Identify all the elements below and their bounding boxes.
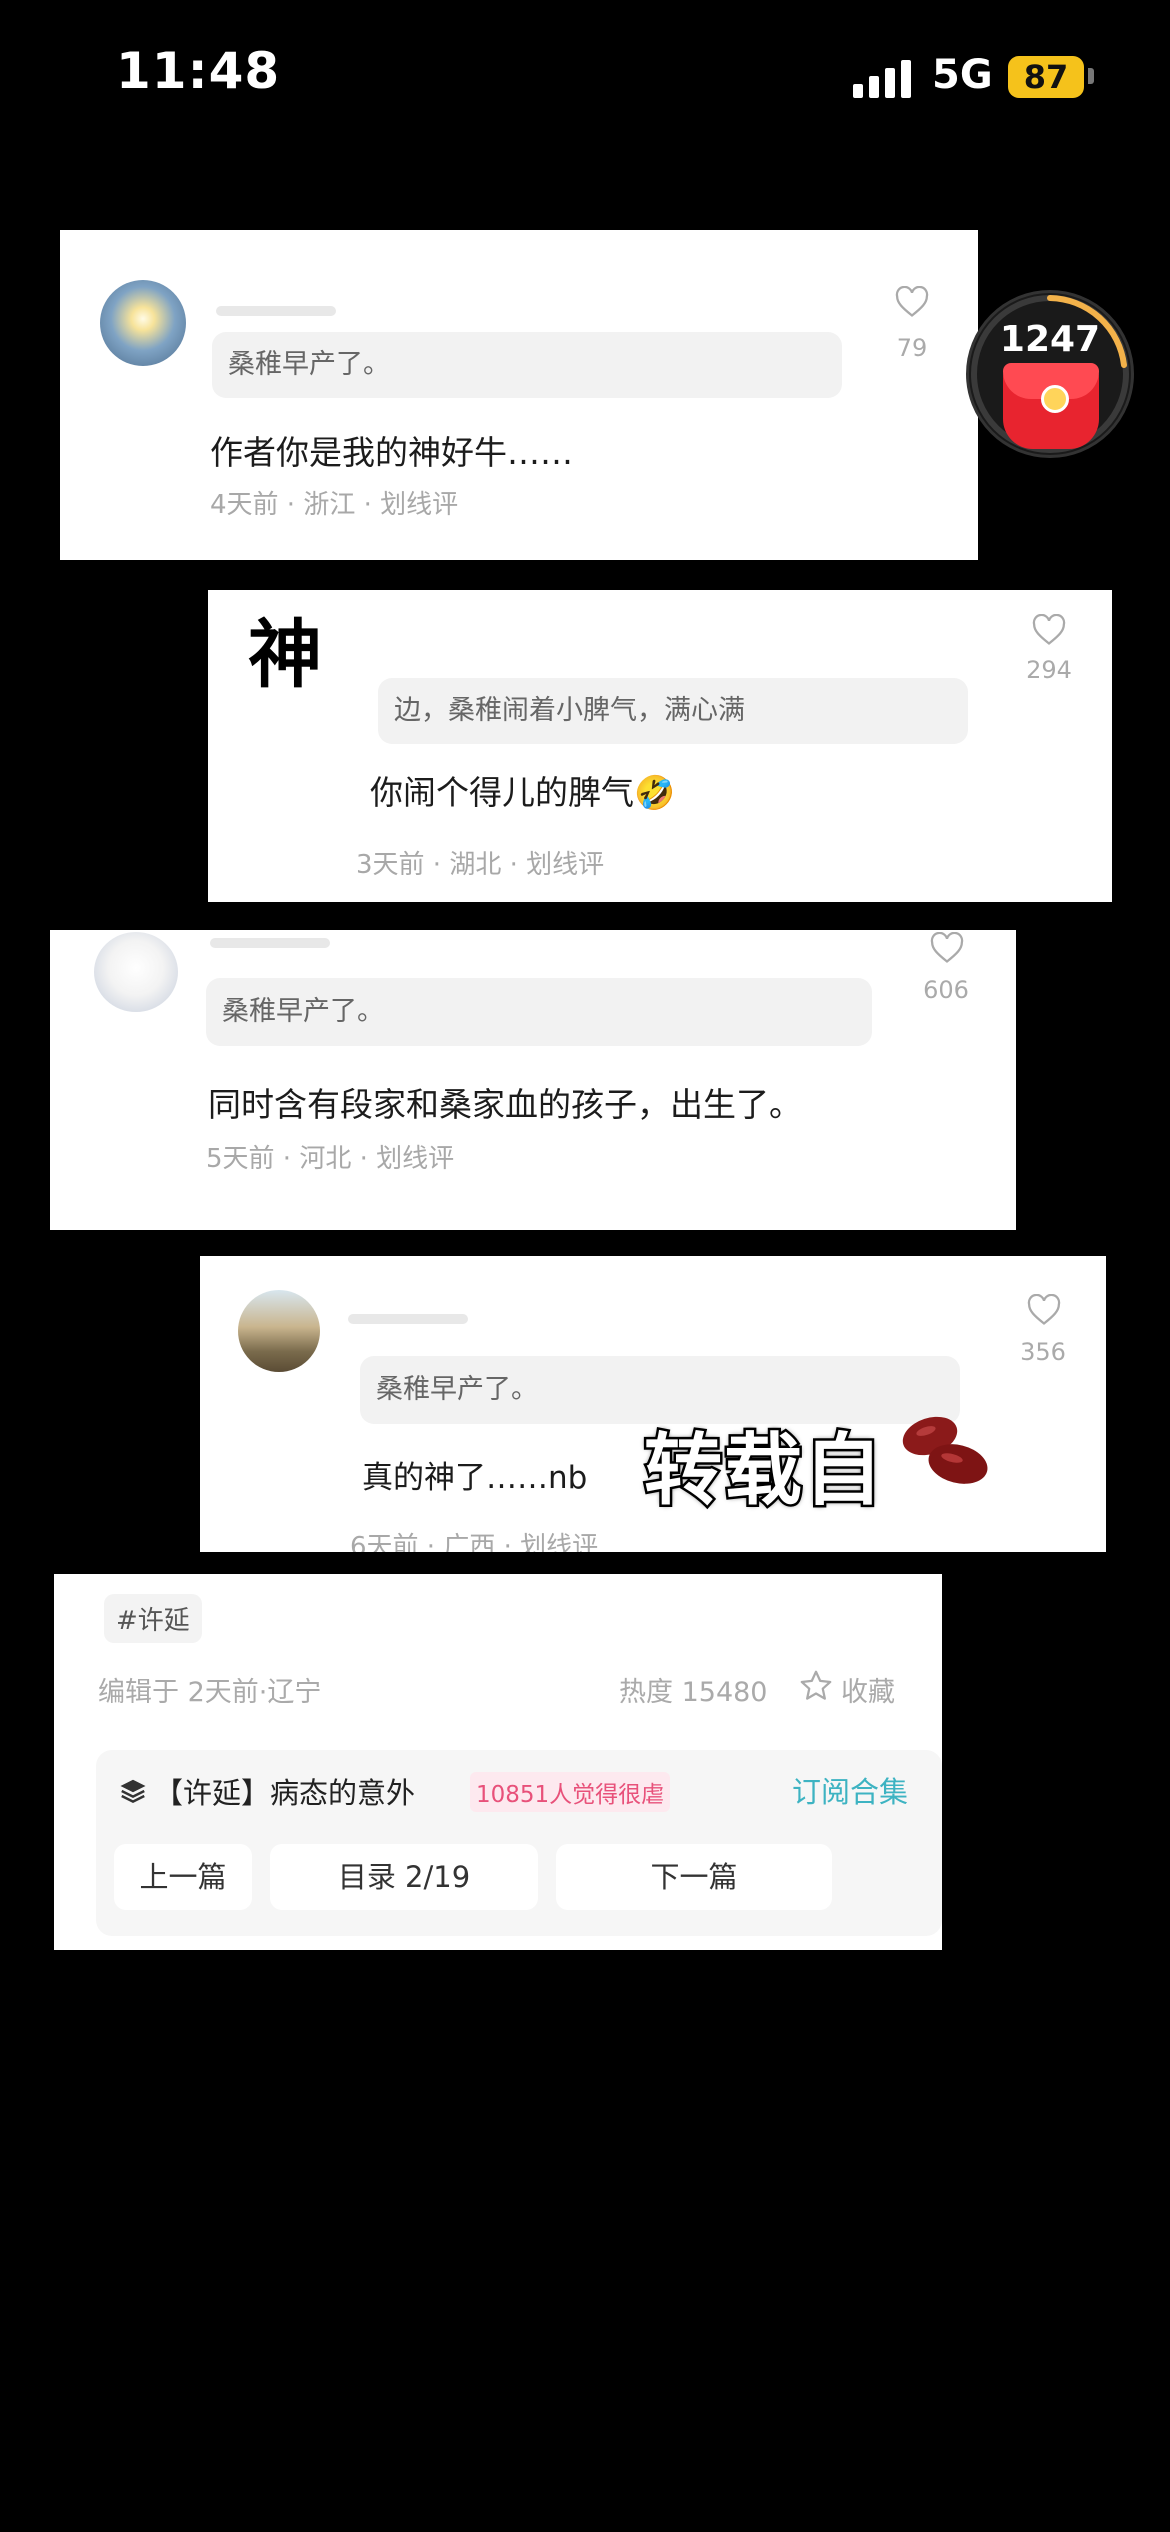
collect-label[interactable]: 收藏 (841, 1670, 895, 1709)
quoted-text: 桑稚早产了。 (212, 332, 842, 398)
series-badge: 10851人觉得很虐 (470, 1772, 671, 1812)
status-bar: 11:48 5G 87 (0, 0, 1170, 150)
repost-watermark: 转载自 (641, 1424, 885, 1519)
like-count: 79 (896, 334, 928, 362)
comment-card: 桑稚早产了。 同时含有段家和桑家血的孩子，出生了。 5天前 · 河北 · 划线评… (50, 930, 1016, 1230)
like-count: 606 (923, 976, 969, 1004)
comment-card: 神 边，桑稚闹着小脾气，满心满 你闹个得儿的脾气🤣 3天前 · 湖北 · 划线评… (208, 590, 1112, 902)
comment-text: 同时含有段家和桑家血的孩子，出生了。 (208, 1085, 802, 1124)
status-time: 11:48 (116, 42, 281, 100)
signal-icon (853, 58, 913, 98)
comment-card: 桑稚早产了。 作者你是我的神好牛…… 4天前 · 浙江 · 划线评 79 (60, 230, 978, 560)
avatar[interactable] (100, 280, 186, 366)
battery-level: 87 (1023, 58, 1069, 96)
comment-meta: 4天前 · 浙江 · 划线评 (210, 490, 459, 520)
heart-icon[interactable] (1027, 1294, 1061, 1326)
subscribe-button[interactable]: 订阅合集 (792, 1769, 908, 1811)
star-icon[interactable] (798, 1668, 834, 1704)
comment-text: 你闹个得儿的脾气🤣 (370, 773, 676, 812)
username-blurred (210, 938, 330, 948)
comment-meta: 5天前 · 河北 · 划线评 (206, 1144, 455, 1174)
series-title[interactable]: 【许延】病态的意外 (154, 1770, 415, 1812)
table-of-contents-button[interactable]: 目录 2/19 (270, 1844, 538, 1910)
article-footer-card: #许延 编辑于 2天前·辽宁 热度 15480 收藏 【许延】病态的意外 108… (54, 1574, 942, 1950)
comment-text: 作者你是我的神好牛…… (210, 433, 573, 472)
heart-icon[interactable] (930, 932, 964, 964)
series-panel: 【许延】病态的意外 10851人觉得很虐 订阅合集 上一篇 目录 2/19 下一… (96, 1750, 942, 1936)
quoted-text: 边，桑稚闹着小脾气，满心满 (378, 678, 968, 744)
comment-text: 真的神了……nb (362, 1460, 588, 1496)
heart-icon[interactable] (1032, 614, 1066, 646)
like-count: 356 (1020, 1338, 1066, 1366)
network-type: 5G (932, 52, 993, 98)
comment-meta: 6天前 · 广西 · 划线评 (350, 1532, 599, 1552)
heart-icon[interactable] (895, 286, 929, 318)
like-count: 294 (1026, 656, 1072, 684)
username-blurred (216, 306, 336, 316)
kidney-bean-icon (902, 1416, 988, 1484)
battery-tip (1088, 68, 1094, 84)
edit-info: 编辑于 2天前·辽宁 (98, 1677, 322, 1708)
quoted-text: 桑稚早产了。 (206, 978, 872, 1046)
avatar-text: 神 (248, 612, 322, 698)
comment-meta: 3天前 · 湖北 · 划线评 (356, 850, 605, 880)
red-packet-count: 1247 (999, 319, 1101, 360)
avatar[interactable] (238, 1290, 320, 1372)
heat-count: 热度 15480 (619, 1677, 768, 1708)
red-packet-button[interactable]: 1247 (966, 290, 1134, 458)
layers-icon (120, 1779, 146, 1804)
battery-icon: 87 (1008, 56, 1084, 98)
hashtag[interactable]: #许延 (104, 1594, 202, 1643)
next-chapter-button[interactable]: 下一篇 (556, 1844, 832, 1910)
red-packet-seal (1041, 385, 1069, 413)
avatar[interactable] (94, 932, 178, 1012)
username-blurred (348, 1314, 468, 1324)
prev-chapter-button[interactable]: 上一篇 (114, 1844, 252, 1910)
avatar[interactable]: 神 (248, 610, 338, 700)
